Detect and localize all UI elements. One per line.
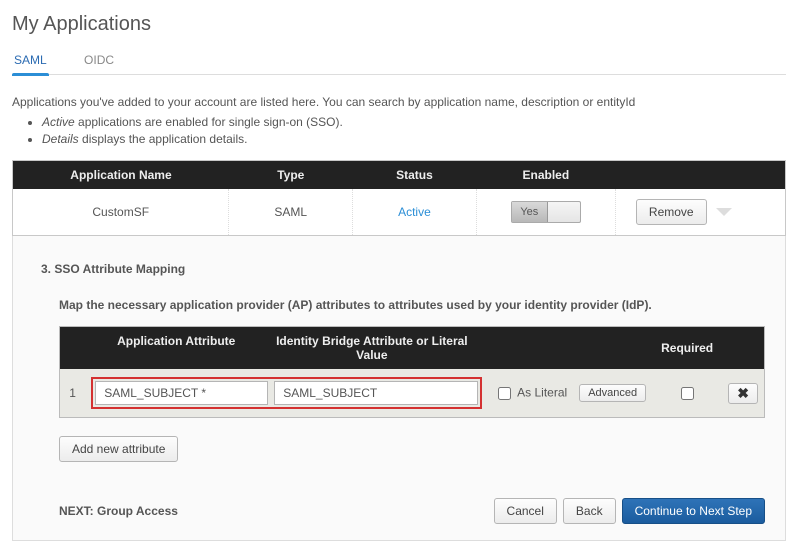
enabled-toggle[interactable]: Yes — [511, 201, 581, 223]
attribute-mapping-table: Application Attribute Identity Bridge At… — [59, 326, 765, 418]
application-attribute-input[interactable] — [95, 381, 268, 405]
app-status-link[interactable]: Active — [398, 205, 431, 219]
intro-bullet-active: Active applications are enabled for sing… — [42, 115, 786, 129]
app-row: CustomSF SAML Active Yes Remove — [13, 189, 786, 236]
remove-button[interactable]: Remove — [636, 199, 707, 225]
intro-bullet-italic: Active — [42, 115, 75, 129]
intro-bullet-details: Details displays the application details… — [42, 132, 786, 146]
section-desc: Map the necessary application provider (… — [59, 298, 769, 312]
intro-bullet-rest: displays the application details. — [79, 132, 248, 146]
as-literal-label: As Literal — [517, 385, 567, 399]
col-status: Status — [353, 161, 477, 190]
bridge-attribute-input[interactable] — [274, 381, 478, 405]
x-icon: ✖ — [737, 386, 749, 400]
tabs: SAML OIDC — [12, 46, 786, 75]
add-attribute-button[interactable]: Add new attribute — [59, 436, 178, 462]
footer-bar: NEXT: Group Access Cancel Back Continue … — [29, 492, 769, 524]
back-button[interactable]: Back — [563, 498, 616, 524]
attribute-row: 1 As Literal Advanced — [60, 369, 764, 417]
col-application-attribute: Application Attribute — [91, 334, 261, 362]
continue-button[interactable]: Continue to Next Step — [622, 498, 765, 524]
row-index: 1 — [60, 369, 85, 417]
col-actions — [615, 161, 785, 190]
tab-saml[interactable]: SAML — [12, 47, 49, 75]
next-step-label: NEXT: Group Access — [59, 504, 488, 518]
expand-chevron-icon[interactable] — [716, 208, 732, 216]
advanced-button[interactable]: Advanced — [579, 384, 646, 402]
applications-table: Application Name Type Status Enabled Cus… — [12, 160, 786, 236]
col-enabled: Enabled — [476, 161, 615, 190]
as-literal-checkbox[interactable] — [498, 387, 511, 400]
tab-oidc[interactable]: OIDC — [82, 47, 116, 75]
col-type: Type — [229, 161, 353, 190]
highlight-box — [91, 377, 482, 409]
detail-panel: 3. SSO Attribute Mapping Map the necessa… — [12, 236, 786, 541]
cancel-button[interactable]: Cancel — [494, 498, 557, 524]
intro-bullet-rest: applications are enabled for single sign… — [75, 115, 343, 129]
app-type-cell: SAML — [229, 189, 353, 236]
intro-list: Active applications are enabled for sing… — [32, 115, 786, 146]
intro-bullet-italic: Details — [42, 132, 79, 146]
col-app-name: Application Name — [13, 161, 229, 190]
toggle-knob: Yes — [512, 202, 548, 222]
col-bridge-attribute: Identity Bridge Attribute or Literal Val… — [261, 334, 482, 362]
page-title: My Applications — [12, 13, 786, 36]
app-name-cell: CustomSF — [13, 189, 229, 236]
required-checkbox[interactable] — [681, 387, 694, 400]
intro-text: Applications you've added to your accoun… — [12, 95, 786, 109]
section-title: 3. SSO Attribute Mapping — [41, 262, 769, 276]
col-required: Required — [652, 327, 722, 369]
delete-row-button[interactable]: ✖ — [728, 383, 758, 404]
